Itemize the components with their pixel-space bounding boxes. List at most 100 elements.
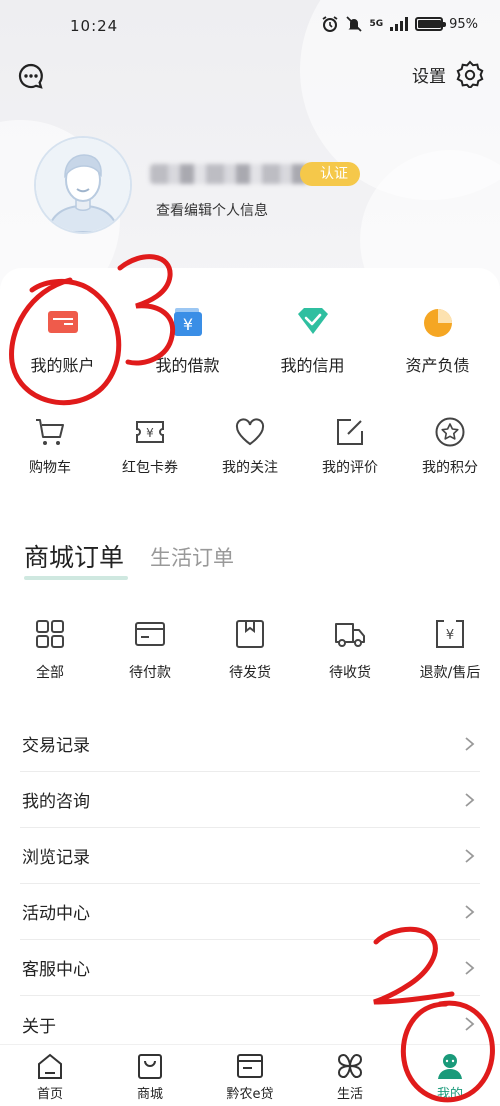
tool-label: 红包卡券 xyxy=(122,460,178,476)
chevron-right-icon xyxy=(465,1017,475,1031)
nav-label: 首页 xyxy=(36,1087,63,1102)
payment-card-icon xyxy=(135,622,165,646)
grid-icon xyxy=(36,620,64,648)
svg-text:¥: ¥ xyxy=(182,315,192,334)
star-icon xyxy=(435,417,465,447)
status-bar: 10:24 5G 95% xyxy=(0,0,500,56)
svg-text:¥: ¥ xyxy=(446,628,454,643)
order-pending-receipt[interactable]: 待收货 xyxy=(300,618,400,688)
gear-icon xyxy=(456,60,484,88)
order-label: 待付款 xyxy=(129,665,171,681)
home-icon xyxy=(38,1053,62,1079)
avatar[interactable] xyxy=(34,136,132,234)
wallet-icon: ¥ xyxy=(173,308,202,336)
profile-icon xyxy=(438,1054,462,1079)
order-all[interactable]: 全部 xyxy=(0,618,100,688)
order-status-row: 全部 待付款 待发货 待收货 ¥ 退款/售后 xyxy=(0,618,500,688)
quick-item-account[interactable]: 我的账户 xyxy=(0,304,125,384)
tool-points[interactable]: 我的积分 xyxy=(400,416,500,486)
chevron-right-icon xyxy=(465,904,475,919)
diamond-icon xyxy=(297,308,328,334)
settings-button[interactable]: 设置 xyxy=(412,60,484,88)
signal-icon xyxy=(390,17,409,31)
pie-icon xyxy=(423,309,452,337)
order-tabs: 商城订单 生活订单 xyxy=(24,538,234,580)
nav-mine[interactable]: 我的 xyxy=(400,1045,500,1106)
menu-item-history[interactable]: 浏览记录 xyxy=(20,828,480,884)
battery-icon xyxy=(415,17,447,31)
tool-label: 我的评价 xyxy=(322,460,378,476)
quick-item-label: 我的账户 xyxy=(30,356,95,375)
chat-bubble-icon[interactable] xyxy=(17,62,45,90)
order-label: 待收货 xyxy=(329,665,371,681)
nav-label: 生活 xyxy=(336,1087,363,1102)
quick-actions: 我的账户 ¥ 我的借款 我的信用 资产负债 xyxy=(0,304,500,384)
order-pending-shipment[interactable]: 待发货 xyxy=(200,618,300,688)
battery-percent: 95% xyxy=(449,16,478,32)
menu-item-label: 活动中心 xyxy=(22,904,90,924)
menu-item-customer-service[interactable]: 客服中心 xyxy=(20,940,480,996)
tool-coupons[interactable]: ¥ 红包卡券 xyxy=(100,416,200,486)
order-refund[interactable]: ¥ 退款/售后 xyxy=(400,618,500,688)
box-icon xyxy=(236,620,264,648)
tool-reviews[interactable]: 我的评价 xyxy=(300,416,400,486)
chevron-right-icon xyxy=(465,848,475,863)
quick-item-assets[interactable]: 资产负债 xyxy=(375,304,500,384)
quick-item-label: 我的借款 xyxy=(155,356,220,375)
tab-mall-orders[interactable]: 商城订单 xyxy=(24,538,129,580)
tool-label: 我的关注 xyxy=(222,460,278,476)
alarm-icon xyxy=(322,16,338,32)
quick-item-label: 我的信用 xyxy=(280,356,345,375)
edit-profile-link[interactable]: 查看编辑个人信息 xyxy=(156,200,268,220)
tool-label: 购物车 xyxy=(29,460,71,476)
menu-item-transactions[interactable]: 交易记录 xyxy=(20,716,480,772)
card-icon xyxy=(47,311,78,333)
coupon-icon: ¥ xyxy=(136,421,164,443)
top-bar: 设置 xyxy=(0,56,500,96)
nav-label: 黔农e贷 xyxy=(226,1087,274,1102)
nav-loan[interactable]: 黔农e贷 xyxy=(200,1045,300,1106)
menu-item-label: 客服中心 xyxy=(22,960,90,980)
cart-icon xyxy=(36,419,64,445)
certified-badge: 认证 xyxy=(300,162,360,186)
nav-life[interactable]: 生活 xyxy=(300,1045,400,1106)
tool-label: 我的积分 xyxy=(422,460,478,476)
order-label: 待发货 xyxy=(229,665,271,681)
order-label: 退款/售后 xyxy=(419,665,481,681)
nav-label: 商城 xyxy=(136,1087,163,1102)
content-card: 我的账户 ¥ 我的借款 我的信用 资产负债 购物车 ¥ 红包卡券 我的关注 我的… xyxy=(0,268,500,1106)
tool-follow[interactable]: 我的关注 xyxy=(200,416,300,486)
truck-icon xyxy=(335,623,365,647)
loan-icon xyxy=(237,1054,263,1078)
settings-label: 设置 xyxy=(412,66,446,87)
menu-item-activities[interactable]: 活动中心 xyxy=(20,884,480,940)
default-avatar-icon xyxy=(36,138,130,232)
status-icons: 5G 95% xyxy=(321,15,478,33)
svg-text:¥: ¥ xyxy=(146,426,154,440)
tab-life-orders[interactable]: 生活订单 xyxy=(150,542,234,580)
tool-shortcuts: 购物车 ¥ 红包卡券 我的关注 我的评价 我的积分 xyxy=(0,416,500,486)
nav-label: 我的 xyxy=(436,1087,463,1102)
tool-cart[interactable]: 购物车 xyxy=(0,416,100,486)
nav-mall[interactable]: 商城 xyxy=(100,1045,200,1106)
profile-header[interactable]: 认证 查看编辑个人信息 xyxy=(0,130,500,240)
order-label: 全部 xyxy=(36,665,64,681)
shopping-bag-icon xyxy=(138,1054,162,1079)
quick-item-credit[interactable]: 我的信用 xyxy=(250,304,375,384)
blurred-username xyxy=(150,164,310,184)
menu-item-label: 关于 xyxy=(22,1016,56,1037)
bottom-nav: 首页 商城 黔农e贷 生活 我的 xyxy=(0,1044,500,1106)
chevron-right-icon xyxy=(465,792,475,807)
mute-bell-icon xyxy=(346,16,363,32)
menu-item-label: 浏览记录 xyxy=(22,848,90,868)
life-icon xyxy=(337,1054,363,1078)
menu-list: 交易记录 我的咨询 浏览记录 活动中心 客服中心 关于 xyxy=(20,716,480,1052)
quick-item-label: 资产负债 xyxy=(405,356,470,375)
quick-item-loan[interactable]: ¥ 我的借款 xyxy=(125,304,250,384)
heart-icon xyxy=(235,418,265,446)
order-pending-payment[interactable]: 待付款 xyxy=(100,618,200,688)
refund-icon: ¥ xyxy=(436,620,464,648)
menu-item-consultation[interactable]: 我的咨询 xyxy=(20,772,480,828)
nav-home[interactable]: 首页 xyxy=(0,1045,100,1106)
chevron-right-icon xyxy=(465,960,475,975)
